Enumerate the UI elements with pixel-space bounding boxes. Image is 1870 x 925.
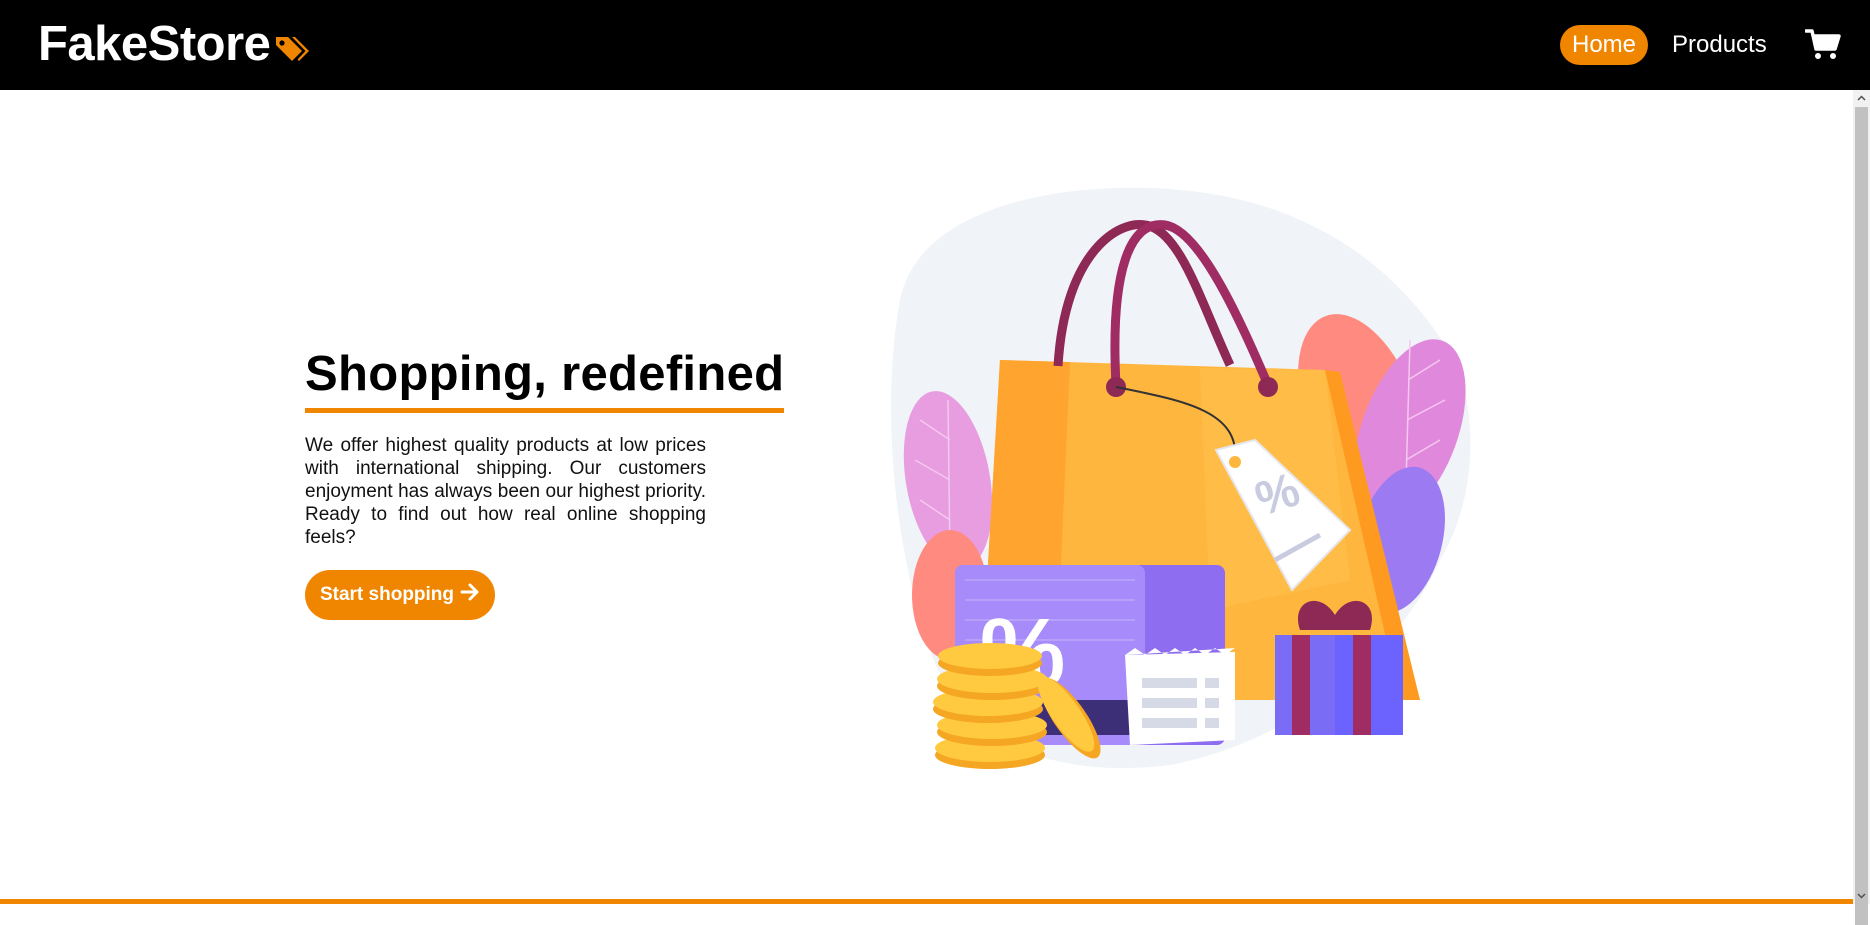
arrow-right-icon	[460, 582, 480, 608]
hero-title: Shopping, redefined	[305, 346, 785, 413]
shopping-cart-icon[interactable]	[1804, 28, 1841, 62]
navbar: FakeStore Home Products	[0, 0, 1870, 90]
scroll-up-arrow-icon[interactable]	[1853, 90, 1870, 107]
brand-name: FakeStore	[38, 17, 271, 71]
brand-logo[interactable]: FakeStore	[38, 14, 314, 74]
nav-link-home[interactable]: Home	[1560, 25, 1648, 65]
scrollbar-thumb[interactable]	[1855, 107, 1868, 925]
tags-icon	[274, 21, 314, 77]
footer-divider	[0, 899, 1853, 904]
hero-description: We offer highest quality products at low…	[305, 435, 706, 548]
start-shopping-label: Start shopping	[319, 584, 455, 605]
scroll-down-arrow-icon[interactable]	[1853, 887, 1870, 904]
nav-link-products[interactable]: Products	[1672, 25, 1767, 65]
scrollbar[interactable]	[1853, 90, 1870, 925]
start-shopping-button[interactable]: Start shopping	[305, 570, 495, 620]
shopping-bag-illustration: % %	[880, 180, 1480, 770]
